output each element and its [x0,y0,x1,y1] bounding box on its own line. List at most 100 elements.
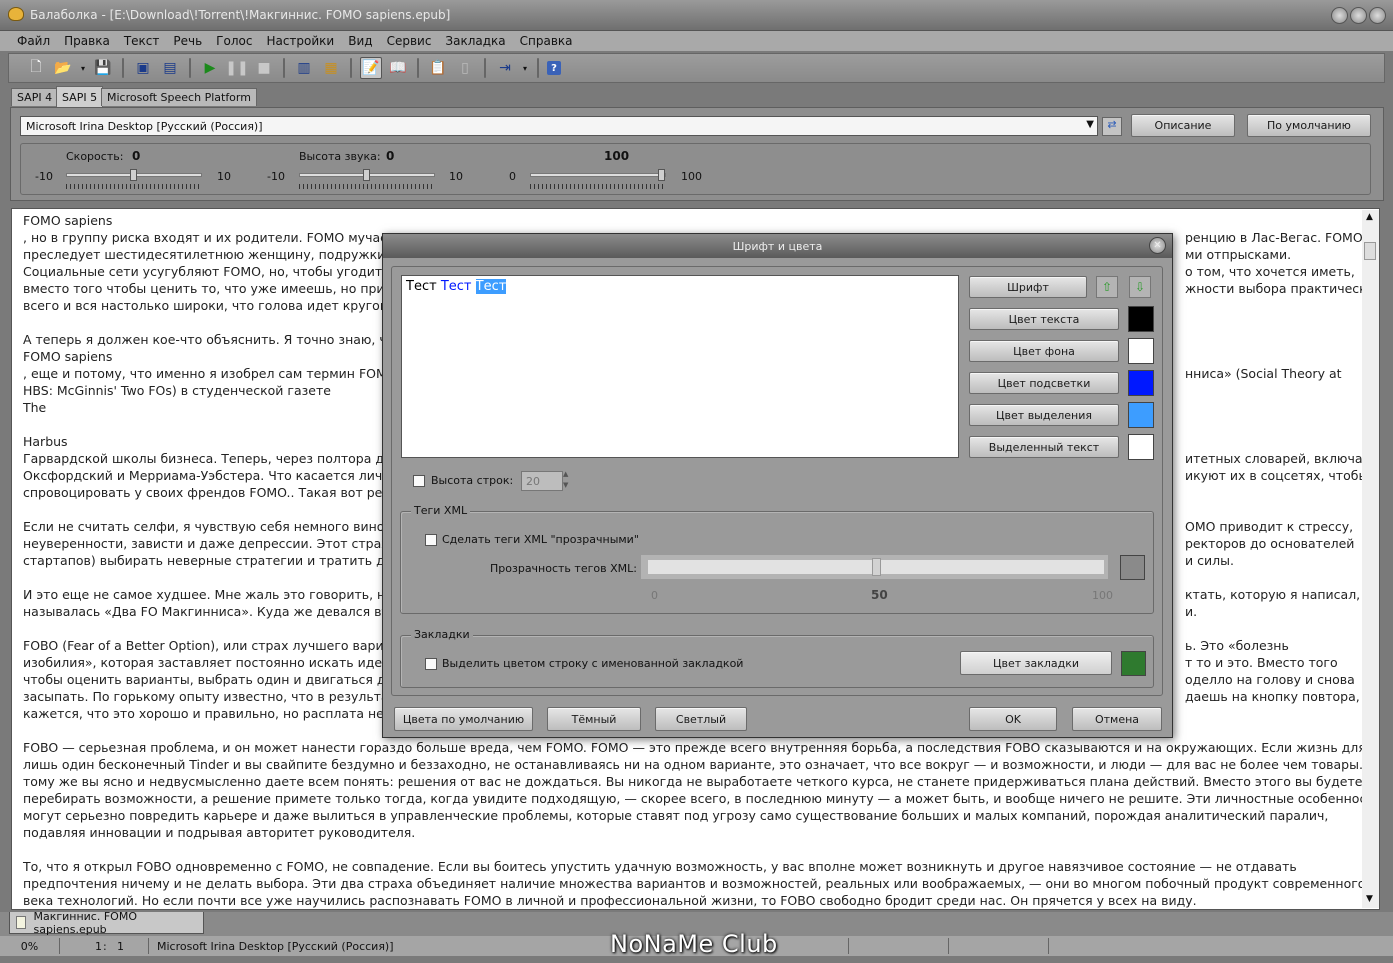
new-file-icon[interactable]: 🗋 [25,57,47,79]
xml-opacity-track[interactable] [641,555,1108,579]
menu-bookmark[interactable]: Закладка [438,34,512,48]
menu-view[interactable]: Вид [341,34,379,48]
bookmark-color-button[interactable]: Цвет закладки [960,651,1112,675]
minimize-icon[interactable] [1331,7,1348,24]
text-color-button[interactable]: Цвет текста [969,308,1119,330]
save-icon[interactable]: 💾 [92,57,114,79]
voice-select[interactable]: Microsoft Irina Desktop [Русский (Россия… [20,116,1098,136]
xml-tags-color-swatch[interactable] [1120,555,1145,580]
vertical-scrollbar[interactable]: ▲ ▼ [1362,210,1379,908]
toolbar-separator [484,58,486,78]
speed-slider[interactable] [66,169,202,181]
text-line: , но в группу риска входят и их родители… [23,230,384,245]
menu-speech[interactable]: Речь [166,34,209,48]
dropdown-arrow-icon[interactable]: ▾ [79,57,87,79]
xml-opacity-max: 100 [1092,589,1113,602]
text-icon[interactable]: 📝 [360,57,382,79]
line-height-checkbox[interactable] [413,475,425,487]
refresh-icon[interactable]: ⇄ [1102,117,1122,136]
close-icon[interactable] [1369,7,1386,24]
ok-button[interactable]: OK [969,707,1057,731]
bg-color-swatch[interactable] [1128,338,1154,364]
dark-theme-button[interactable]: Тёмный [547,707,641,731]
xml-transparent-checkbox[interactable] [425,534,437,546]
highlight-color-button[interactable]: Цвет подсветки [969,372,1119,394]
highlight-color-swatch[interactable] [1128,370,1154,396]
line-height-label: Высота строк: [431,474,514,487]
export-icon[interactable]: ⇥ [494,57,516,79]
menu-service[interactable]: Сервис [380,34,439,48]
selection-color-button[interactable]: Цвет выделения [969,404,1119,426]
open-folder-icon[interactable]: 📂 [52,57,74,79]
menu-voice[interactable]: Голос [209,34,259,48]
default-colors-button[interactable]: Цвета по умолчанию [394,707,533,731]
tab-document[interactable]: Макгиннис. FOMO sapiens.epub [9,910,204,936]
stop-icon[interactable]: ■ [253,57,275,79]
lock-icon[interactable]: ▯ [454,57,476,79]
xml-tags-group-title: Теги XML [411,504,471,517]
menu-text[interactable]: Текст [117,34,167,48]
selected-text-swatch[interactable] [1128,434,1154,460]
text-line: преследует шестидесятилетнюю женщину, по… [23,247,384,262]
help-icon[interactable]: ? [547,61,561,75]
menu-help[interactable]: Справка [513,34,580,48]
text-line [1174,569,1374,586]
arrow-up-icon[interactable]: ⇧ [1096,276,1118,298]
pitch-slider[interactable] [299,169,435,181]
spin-up-icon[interactable]: ▲ [563,470,568,478]
scroll-down-icon[interactable]: ▼ [1366,894,1373,904]
menu-edit[interactable]: Правка [57,34,117,48]
default-button[interactable]: По умолчанию [1247,114,1371,137]
tab-speech-platform[interactable]: Microsoft Speech Platform [101,88,257,106]
bookmark-highlight-checkbox[interactable] [425,658,437,670]
menu-file[interactable]: Файл [10,34,57,48]
tab-sapi5[interactable]: SAPI 5 [56,86,104,107]
dropdown-arrow-icon[interactable]: ▾ [521,57,529,79]
volume-slider[interactable] [530,169,666,181]
text-line [12,314,384,331]
speed-slider-thumb[interactable] [130,169,137,181]
book-icon[interactable]: 📖 [387,57,409,79]
text-line: оделло на голову и снова [1185,672,1355,687]
line-height-input[interactable]: 20 [521,471,563,491]
xml-opacity-thumb[interactable] [872,558,881,576]
maximize-icon[interactable] [1350,7,1367,24]
play-icon[interactable]: ▶ [199,57,221,79]
text-line: даешь на кнопку повтора, [1185,689,1360,704]
close-icon[interactable]: ✕ [1149,237,1166,254]
text-line: неуверенности, зависти и даже депрессии.… [23,536,384,551]
toolbar-separator [283,58,285,78]
text-line: И это еще не самое худшее. Мне жаль это … [23,587,384,602]
toolbar-separator [537,58,539,78]
menu-settings[interactable]: Настройки [259,34,341,48]
save-audio-icon[interactable]: ▣ [132,57,154,79]
spin-down-icon[interactable]: ▼ [563,481,568,489]
font-button[interactable]: Шрифт [969,276,1087,298]
selection-color-swatch[interactable] [1128,402,1154,428]
document-icon [16,916,27,929]
chevron-down-icon[interactable]: ▼ [1086,119,1094,130]
batch-icon[interactable]: ▤ [159,57,181,79]
text-line: всего и вся настолько широки, что голова… [23,298,384,313]
text-line: засыпать. По горькому опыту известно, чт… [23,689,384,704]
text-color-swatch[interactable] [1128,306,1154,332]
scroll-up-icon[interactable]: ▲ [1366,212,1373,222]
cancel-button[interactable]: Отмена [1072,707,1162,731]
pause-icon[interactable]: ❚❚ [225,57,248,79]
bookmark-color-swatch[interactable] [1121,651,1146,676]
preview-highlight-text: Тест [440,279,472,294]
toolbar-separator [417,58,419,78]
selected-text-button[interactable]: Выделенный текст [969,436,1119,458]
split-icon[interactable]: ▥ [293,57,315,79]
description-button[interactable]: Описание [1131,114,1235,137]
tab-sapi4[interactable]: SAPI 4 [11,88,59,106]
pitch-slider-thumb[interactable] [363,169,370,181]
convert-icon[interactable]: ▦ [320,57,342,79]
scroll-thumb[interactable] [1364,242,1376,260]
clipboard-icon[interactable]: 📋 [427,57,449,79]
light-theme-button[interactable]: Светлый [655,707,747,731]
arrow-down-icon[interactable]: ⇩ [1129,276,1151,298]
text-line: Harbus [23,434,68,449]
bg-color-button[interactable]: Цвет фона [969,340,1119,362]
volume-slider-thumb[interactable] [658,169,665,181]
